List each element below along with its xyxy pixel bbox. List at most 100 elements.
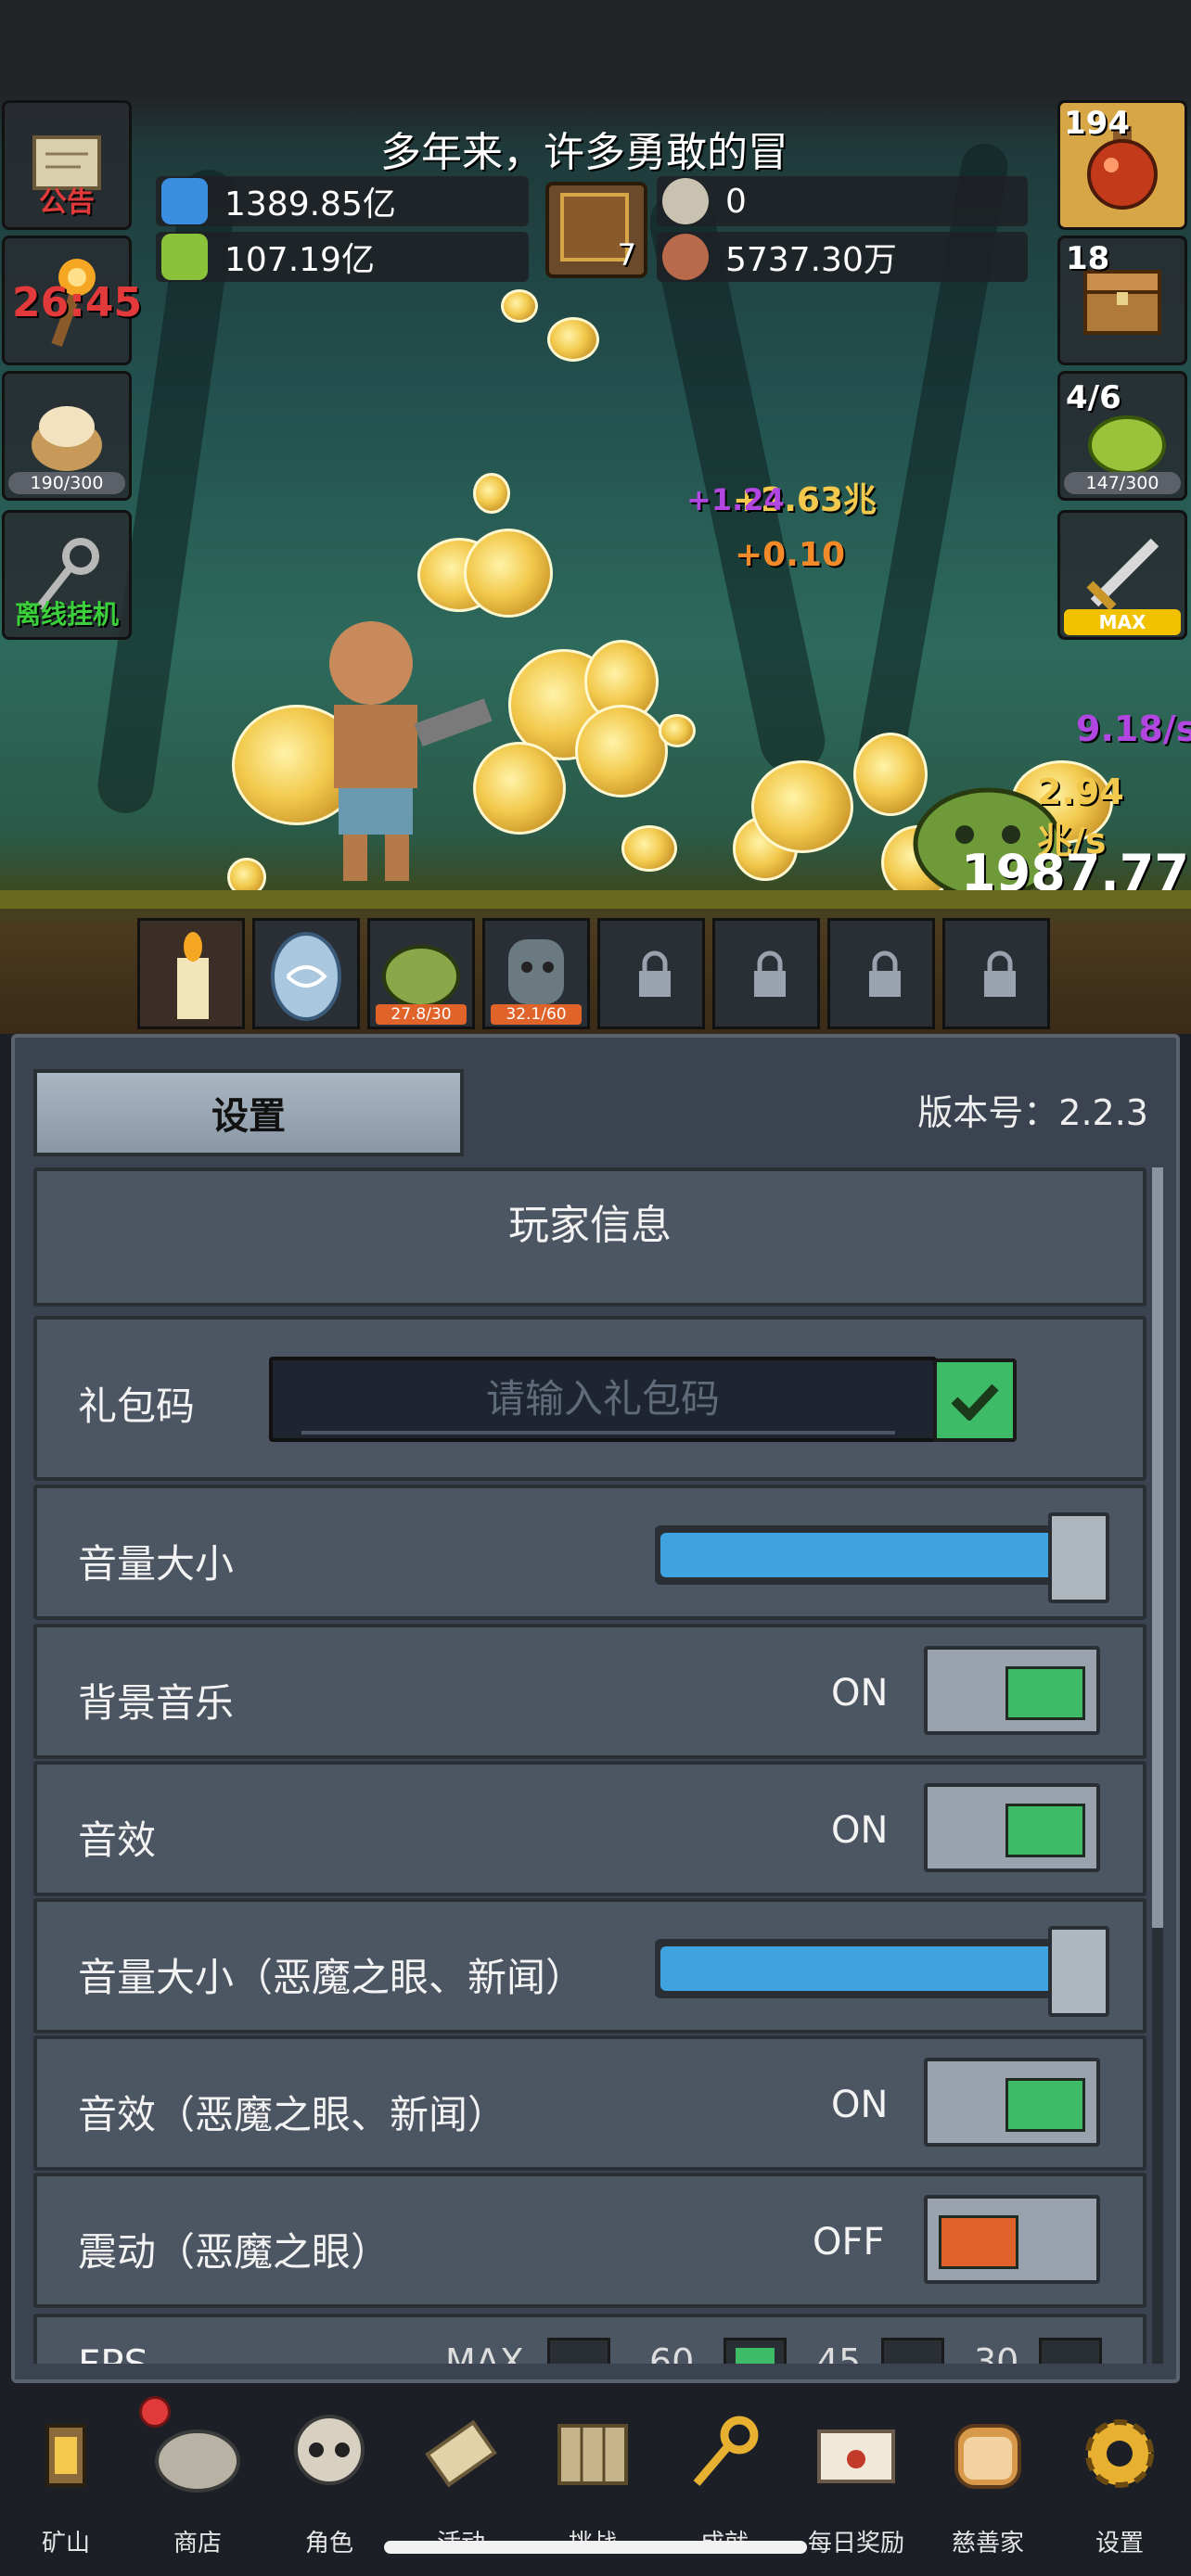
green-potion-icon [161, 234, 208, 280]
sfx-eye-toggle[interactable] [924, 2058, 1100, 2147]
max-badge: MAX [1064, 609, 1181, 635]
food-progress: 190/300 [8, 472, 125, 494]
fps-option-60: 60 [649, 2341, 695, 2364]
potion-count: 194 [1064, 105, 1130, 142]
fps-checkbox-45[interactable] [881, 2338, 944, 2364]
fps-checkbox-30[interactable] [1039, 2338, 1102, 2364]
home-indicator[interactable] [384, 2541, 807, 2554]
ground [0, 890, 1191, 909]
status-bar [0, 0, 1191, 93]
offline-idle-button[interactable]: 离线挂机 [2, 510, 132, 640]
vibrate-toggle[interactable] [924, 2195, 1100, 2284]
player-info-button[interactable]: 玩家信息 [33, 1167, 1146, 1307]
sword-button[interactable]: MAX [1057, 510, 1187, 640]
slime-button[interactable]: 4/6 147/300 [1057, 371, 1187, 501]
notification-dot [139, 2396, 171, 2428]
volume-eye-slider-fill [660, 1946, 1054, 1991]
fps-checkbox-max[interactable] [547, 2338, 610, 2364]
coin [473, 473, 510, 514]
nav-character[interactable]: 角色 [263, 2402, 395, 2559]
fps-option-max: MAX [445, 2341, 524, 2364]
volume-eye-row: 音量大小（恶魔之眼、新闻） [33, 1898, 1146, 2034]
settings-panel: 设置 版本号：2.2.3 玩家信息 礼包码 请输入礼包码 音量大小 背景音乐 O… [11, 1034, 1180, 2383]
sfx-label: 音效 [78, 1817, 157, 1863]
slime-count: 4/6 [1066, 379, 1121, 416]
candle-icon [177, 932, 209, 1019]
book-button[interactable]: 7 [545, 182, 647, 278]
sfx-eye-label: 音效（恶魔之眼、新闻） [78, 2092, 507, 2137]
offline-idle-label: 离线挂机 [14, 599, 119, 630]
nav-label: 每日奖励 [807, 2530, 904, 2557]
announcement-button[interactable]: 公告 [2, 100, 132, 230]
fps-row: FPS MAX 60 45 30 [33, 2314, 1146, 2364]
bgm-state: ON [831, 1672, 889, 1715]
fps-checkbox-checked [736, 2348, 775, 2364]
coin [659, 714, 696, 747]
gift-code-underline [301, 1431, 895, 1435]
food-button[interactable]: 190/300 [2, 371, 132, 501]
slot-locked[interactable] [827, 918, 935, 1029]
vibrate-state: OFF [813, 2221, 885, 2264]
volume-slider[interactable] [655, 1512, 1109, 1603]
plus-value: +0.10 [735, 536, 845, 574]
player-info-label: 玩家信息 [508, 1202, 672, 1249]
volume-label: 音量大小 [78, 1541, 235, 1587]
slime-progress: 147/300 [1064, 472, 1181, 494]
slime-pet-icon [382, 945, 460, 1008]
bgm-label: 背景音乐 [78, 1680, 235, 1726]
volume-eye-slider-thumb[interactable] [1048, 1926, 1109, 2017]
coin [621, 825, 677, 872]
blue-potion-resource: 1389.85亿 [156, 176, 529, 226]
slot-locked[interactable] [597, 918, 705, 1029]
bread-icon [954, 2424, 1021, 2489]
sfx-toggle[interactable] [924, 1783, 1100, 1872]
zombie-pet-icon [508, 939, 564, 1004]
slot-zombie-pet[interactable]: 32.1/60 [482, 918, 590, 1029]
meat-resource: 5737.30万 [657, 232, 1028, 282]
stone-value: 0 [725, 182, 747, 221]
stone-resource: 0 [657, 176, 1028, 226]
game-scene[interactable]: 多年来，许多勇敢的冒 公告 26:45 190/300 离线挂机 194 18 … [0, 0, 1191, 1034]
toggle-knob [1005, 2078, 1085, 2132]
coin [547, 317, 599, 362]
nav-event[interactable]: 活动 [395, 2402, 527, 2559]
coin [751, 760, 853, 853]
lantern-icon [45, 2424, 86, 2487]
slot-candle[interactable] [137, 918, 245, 1029]
lock-icon [639, 950, 671, 997]
settings-tab[interactable]: 设置 [33, 1069, 464, 1156]
potion-button[interactable]: 194 [1057, 100, 1187, 230]
nav-mine[interactable]: 矿山 [0, 2402, 132, 2559]
slot-slime-pet[interactable]: 27.8/30 [367, 918, 475, 1029]
chest-button[interactable]: 18 [1057, 236, 1187, 365]
volume-slider-fill [660, 1533, 1054, 1577]
volume-eye-slider[interactable] [655, 1926, 1109, 2017]
fps-checkbox-60[interactable] [724, 2338, 787, 2364]
nav-settings[interactable]: 设置 [1054, 2402, 1185, 2559]
lock-icon [984, 950, 1016, 997]
combo-value-b: +1.24 [686, 482, 785, 517]
torch-timer-button[interactable]: 26:45 [2, 236, 142, 365]
nav-achievement[interactable]: 成就 [659, 2402, 790, 2559]
slot-locked[interactable] [942, 918, 1050, 1029]
slot-egg[interactable] [252, 918, 360, 1029]
blue-potion-icon [161, 178, 208, 224]
coin [501, 289, 538, 323]
nav-philanthropist[interactable]: 慈善家 [922, 2402, 1054, 2559]
meat-value: 5737.30万 [725, 241, 897, 279]
volume-slider-thumb[interactable] [1048, 1512, 1109, 1603]
book-count: 7 [617, 237, 636, 273]
sfx-eye-row: 音效（恶魔之眼、新闻） ON [33, 2035, 1146, 2171]
zombie-pet-progress: 32.1/60 [491, 1004, 582, 1025]
bgm-toggle[interactable] [924, 1646, 1100, 1735]
sfx-eye-state: ON [831, 2084, 889, 2126]
scrollbar-thumb[interactable] [1152, 1167, 1163, 1928]
skull-icon [294, 2415, 365, 2485]
nav-daily-reward[interactable]: 每日奖励 [790, 2402, 922, 2559]
hero-character[interactable] [297, 612, 501, 890]
gift-code-input[interactable]: 请输入礼包码 [269, 1357, 937, 1442]
settings-list[interactable]: 玩家信息 礼包码 请输入礼包码 音量大小 背景音乐 ON 音效 ON 音量大小（… [33, 1167, 1152, 2364]
gift-code-submit-button[interactable] [933, 1358, 1017, 1442]
slot-locked[interactable] [712, 918, 820, 1029]
nav-challenge[interactable]: 挑战 [527, 2402, 659, 2559]
